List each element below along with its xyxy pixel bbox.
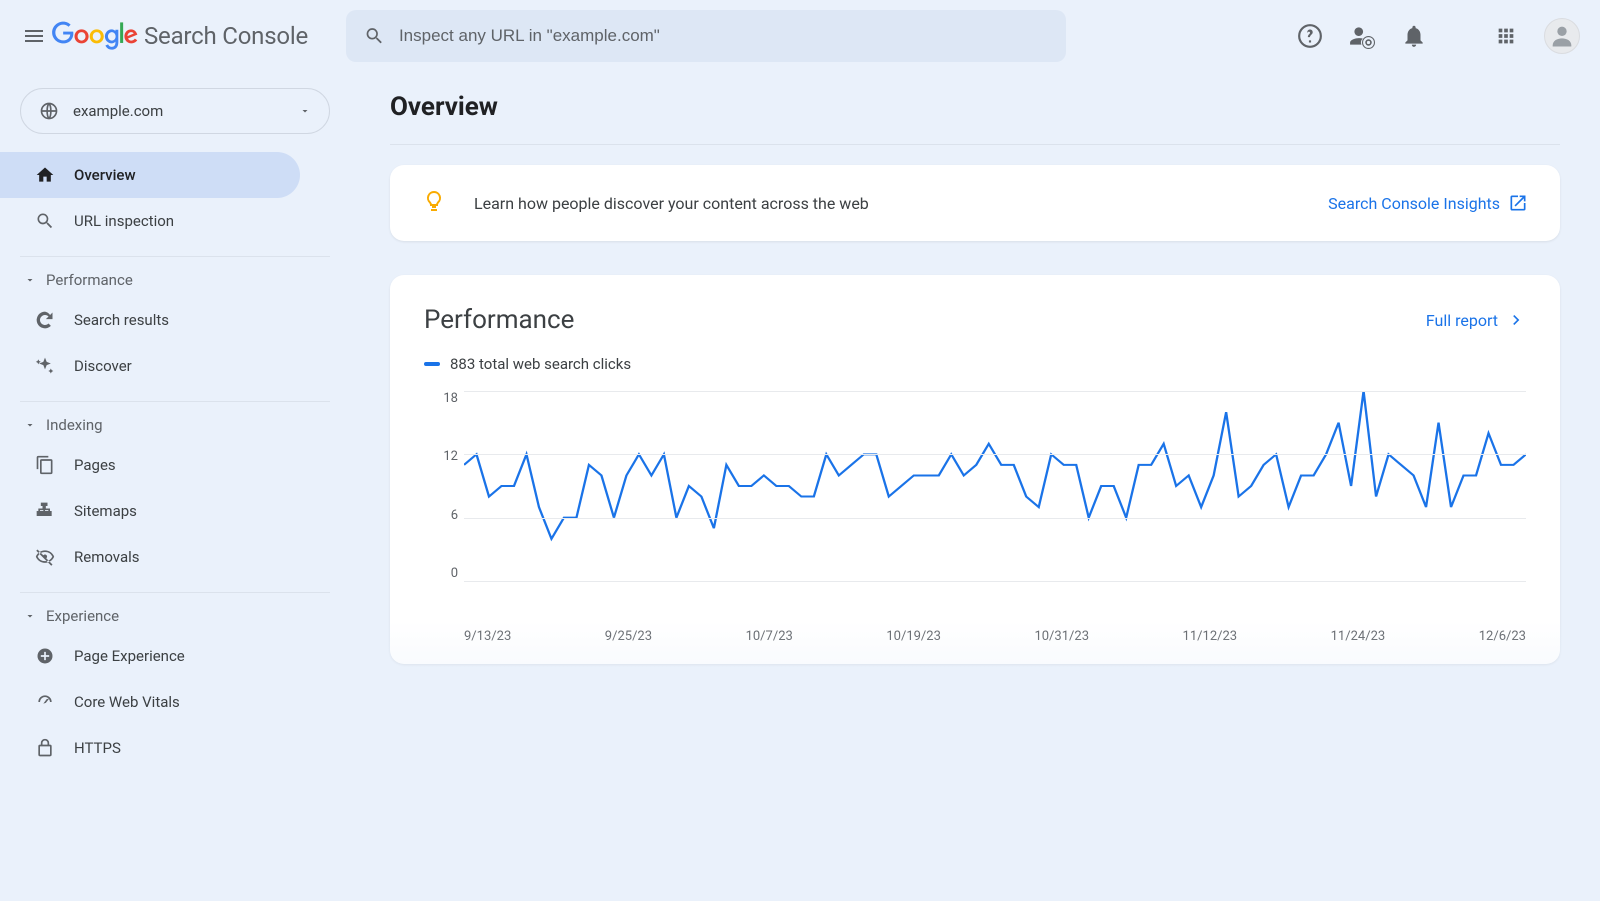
sidebar-item-label: Core Web Vitals <box>74 693 180 711</box>
page-title: Overview <box>390 92 1560 145</box>
search-icon <box>34 210 56 232</box>
chart-legend: 883 total web search clicks <box>424 355 1526 373</box>
home-icon <box>34 164 56 186</box>
insights-card: Learn how people discover your content a… <box>390 165 1560 241</box>
performance-title: Performance <box>424 305 574 335</box>
sidebar-item-discover[interactable]: Discover <box>0 343 300 389</box>
discover-icon <box>34 355 56 377</box>
sidebar-item-overview[interactable]: Overview <box>0 152 300 198</box>
sidebar-item-search-results[interactable]: Search results <box>0 297 300 343</box>
section-title: Performance <box>46 271 133 289</box>
users-settings-icon[interactable] <box>1348 22 1376 50</box>
google-logo-icon <box>52 21 138 51</box>
g-icon <box>34 309 56 331</box>
chevron-right-icon <box>1506 310 1526 330</box>
performance-chart: 181260 <box>424 391 1526 621</box>
circle-plus-icon <box>34 645 56 667</box>
sidebar-item-label: Search results <box>74 311 169 329</box>
chevron-down-icon <box>24 419 36 431</box>
sidebar-item-url-inspection[interactable]: URL inspection <box>0 198 300 244</box>
logo[interactable]: Search Console <box>52 21 308 51</box>
sidebar-item-label: URL inspection <box>74 212 174 230</box>
lock-icon <box>34 737 56 759</box>
menu-icon[interactable] <box>20 22 48 50</box>
insights-link[interactable]: Search Console Insights <box>1328 193 1528 213</box>
sidebar-item-label: HTTPS <box>74 739 121 757</box>
hide-icon <box>34 546 56 568</box>
performance-card: Performance Full report 883 total web se… <box>390 275 1560 664</box>
pages-icon <box>34 454 56 476</box>
property-selector[interactable]: example.com <box>20 88 330 134</box>
sidebar-item-https[interactable]: HTTPS <box>0 725 300 771</box>
search-icon <box>364 25 385 47</box>
section-title: Experience <box>46 607 119 625</box>
legend-swatch <box>424 362 440 366</box>
sidebar-item-label: Pages <box>74 456 116 474</box>
sidebar-item-sitemaps[interactable]: Sitemaps <box>0 488 300 534</box>
sidebar-section-indexing[interactable]: Indexing <box>20 416 330 434</box>
sidebar-item-pages[interactable]: Pages <box>0 442 300 488</box>
legend-label: 883 total web search clicks <box>450 355 631 373</box>
notifications-icon[interactable] <box>1400 22 1428 50</box>
globe-icon <box>39 101 59 121</box>
sitemap-icon <box>34 500 56 522</box>
search-bar[interactable] <box>346 10 1066 62</box>
sidebar-item-label: Sitemaps <box>74 502 137 520</box>
section-title: Indexing <box>46 416 103 434</box>
help-icon[interactable] <box>1296 22 1324 50</box>
chevron-down-icon <box>24 274 36 286</box>
sidebar-item-label: Discover <box>74 357 132 375</box>
property-label: example.com <box>73 102 299 120</box>
sidebar-item-removals[interactable]: Removals <box>0 534 300 580</box>
sidebar-item-label: Removals <box>74 548 140 566</box>
full-report-link[interactable]: Full report <box>1426 310 1526 330</box>
sidebar: example.com Overview URL inspection Perf… <box>0 72 350 771</box>
sidebar-item-core-web-vitals[interactable]: Core Web Vitals <box>0 679 300 725</box>
apps-icon[interactable] <box>1492 22 1520 50</box>
chevron-down-icon <box>24 610 36 622</box>
sidebar-section-experience[interactable]: Experience <box>20 607 330 625</box>
insights-message: Learn how people discover your content a… <box>474 194 1328 213</box>
sidebar-section-performance[interactable]: Performance <box>20 271 330 289</box>
account-avatar[interactable] <box>1544 18 1580 54</box>
lightbulb-icon <box>422 189 446 217</box>
sidebar-item-label: Page Experience <box>74 647 185 665</box>
sidebar-item-label: Overview <box>74 166 136 184</box>
search-input[interactable] <box>399 26 1048 46</box>
speed-icon <box>34 691 56 713</box>
external-link-icon <box>1508 193 1528 213</box>
app-name: Search Console <box>144 22 308 50</box>
sidebar-item-page-experience[interactable]: Page Experience <box>0 633 300 679</box>
chevron-down-icon <box>299 105 311 117</box>
